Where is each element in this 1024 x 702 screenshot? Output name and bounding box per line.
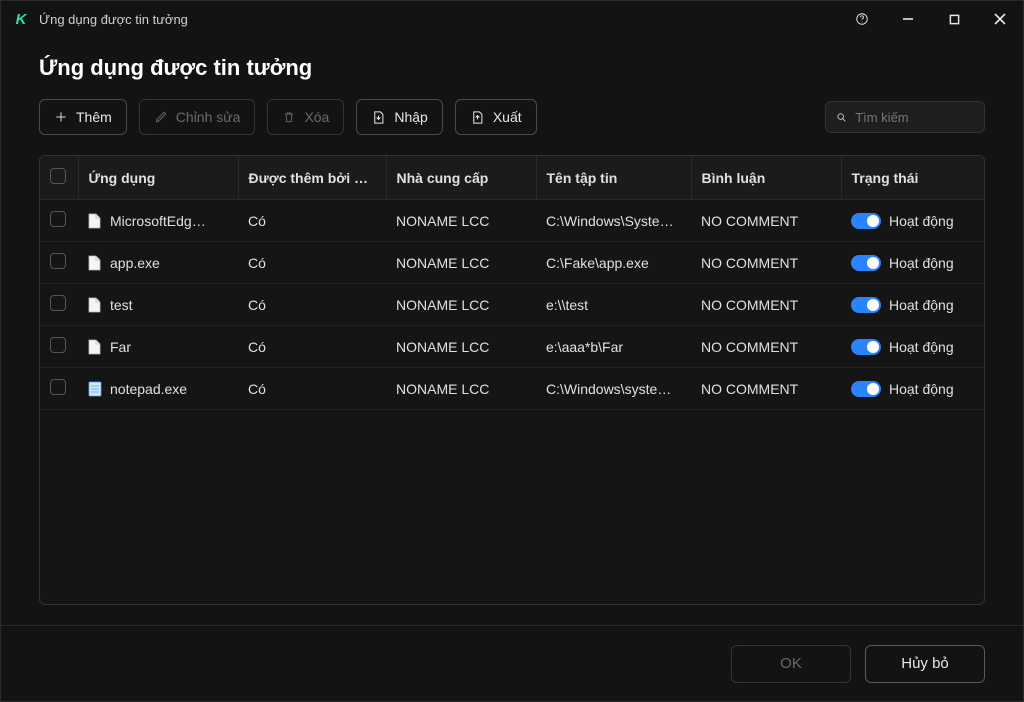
delete-button: Xóa	[267, 99, 344, 135]
help-button[interactable]	[839, 1, 885, 37]
export-button-label: Xuất	[493, 109, 522, 125]
file-icon	[88, 255, 102, 271]
export-button[interactable]: Xuất	[455, 99, 537, 135]
row-vendor: NONAME LCC	[386, 200, 536, 242]
close-button[interactable]	[977, 1, 1023, 37]
row-file: e:\aaa*b\Far	[536, 326, 691, 368]
row-comment: NO COMMENT	[691, 242, 841, 284]
row-vendor: NONAME LCC	[386, 326, 536, 368]
status-toggle[interactable]	[851, 297, 881, 313]
status-toggle[interactable]	[851, 255, 881, 271]
file-icon	[88, 213, 102, 229]
header-vendor[interactable]: Nhà cung cấp	[386, 156, 536, 200]
row-checkbox[interactable]	[50, 295, 66, 311]
add-button[interactable]: Thêm	[39, 99, 127, 135]
minimize-button[interactable]	[885, 1, 931, 37]
status-toggle[interactable]	[851, 213, 881, 229]
table-row[interactable]: Far CóNONAME LCCe:\aaa*b\FarNO COMMENT Hoạ…	[40, 326, 985, 368]
edit-button: Chỉnh sửa	[139, 99, 256, 135]
row-checkbox[interactable]	[50, 379, 66, 395]
search-input[interactable]	[855, 110, 974, 125]
header-file[interactable]: Tên tập tin	[536, 156, 691, 200]
header-app[interactable]: Ứng dụng	[78, 156, 238, 200]
row-app-name: test	[110, 297, 133, 313]
row-file: C:\Windows\system…	[536, 368, 691, 410]
row-comment: NO COMMENT	[691, 200, 841, 242]
row-checkbox[interactable]	[50, 337, 66, 353]
ok-button: OK	[731, 645, 851, 683]
table-row[interactable]: test CóNONAME LCCe:\\testNO COMMENT Hoạt đ…	[40, 284, 985, 326]
row-vendor: NONAME LCC	[386, 284, 536, 326]
row-file: e:\\test	[536, 284, 691, 326]
file-icon	[88, 381, 102, 397]
row-status-label: Hoạt động	[889, 255, 954, 271]
app-window: K Ứng dụng được tin tưởng Ứng dụng được …	[0, 0, 1024, 702]
minimize-icon	[902, 13, 914, 25]
row-status-label: Hoạt động	[889, 213, 954, 229]
ok-button-label: OK	[780, 655, 802, 672]
row-status-label: Hoạt động	[889, 339, 954, 355]
row-file: C:\Fake\app.exe	[536, 242, 691, 284]
add-button-label: Thêm	[76, 109, 112, 125]
apps-table: Ứng dụng Được thêm bởi ng… Nhà cung cấp …	[39, 155, 985, 605]
footer: OK Hủy bỏ	[1, 625, 1023, 701]
row-vendor: NONAME LCC	[386, 242, 536, 284]
import-button-label: Nhập	[394, 109, 427, 125]
maximize-button[interactable]	[931, 1, 977, 37]
cancel-button[interactable]: Hủy bỏ	[865, 645, 985, 683]
table-row[interactable]: app.exe CóNONAME LCCC:\Fake\app.exeNO COM…	[40, 242, 985, 284]
row-app-name: MicrosoftEdg…	[110, 213, 206, 229]
page-title: Ứng dụng được tin tưởng	[39, 55, 985, 81]
table-row[interactable]: MicrosoftEdg… CóNONAME LCCC:\Windows\Syst…	[40, 200, 985, 242]
header-status[interactable]: Trạng thái	[841, 156, 985, 200]
row-checkbox[interactable]	[50, 253, 66, 269]
header-added[interactable]: Được thêm bởi ng…	[238, 156, 386, 200]
edit-button-label: Chỉnh sửa	[176, 109, 241, 125]
file-icon	[88, 339, 102, 355]
row-vendor: NONAME LCC	[386, 368, 536, 410]
row-added: Có	[238, 368, 386, 410]
app-logo-icon: K	[13, 11, 29, 27]
row-comment: NO COMMENT	[691, 326, 841, 368]
status-toggle[interactable]	[851, 339, 881, 355]
row-comment: NO COMMENT	[691, 284, 841, 326]
content-area: Ứng dụng được tin tưởng Thêm Chỉnh sửa X…	[1, 37, 1023, 625]
search-box[interactable]	[825, 101, 985, 133]
pencil-icon	[154, 110, 168, 124]
close-icon	[994, 13, 1006, 25]
import-button[interactable]: Nhập	[356, 99, 442, 135]
row-checkbox[interactable]	[50, 211, 66, 227]
toolbar: Thêm Chỉnh sửa Xóa Nhập Xuất	[39, 99, 985, 135]
search-icon	[836, 111, 847, 124]
row-added: Có	[238, 284, 386, 326]
row-app-name: notepad.exe	[110, 381, 187, 397]
help-icon	[855, 12, 869, 26]
row-added: Có	[238, 200, 386, 242]
row-status-label: Hoạt động	[889, 381, 954, 397]
header-comment[interactable]: Bình luận	[691, 156, 841, 200]
maximize-icon	[949, 14, 960, 25]
table-header-row: Ứng dụng Được thêm bởi ng… Nhà cung cấp …	[40, 156, 985, 200]
table-row[interactable]: notepad.exe CóNONAME LCCC:\Windows\system…	[40, 368, 985, 410]
row-file: C:\Windows\System…	[536, 200, 691, 242]
delete-button-label: Xóa	[304, 109, 329, 125]
row-app-name: Far	[110, 339, 131, 355]
header-checkbox-cell[interactable]	[40, 156, 78, 200]
plus-icon	[54, 110, 68, 124]
status-toggle[interactable]	[851, 381, 881, 397]
titlebar: K Ứng dụng được tin tưởng	[1, 1, 1023, 37]
row-added: Có	[238, 326, 386, 368]
import-icon	[371, 110, 386, 125]
window-title: Ứng dụng được tin tưởng	[39, 12, 188, 27]
row-status-label: Hoạt động	[889, 297, 954, 313]
export-icon	[470, 110, 485, 125]
trash-icon	[282, 110, 296, 124]
row-comment: NO COMMENT	[691, 368, 841, 410]
cancel-button-label: Hủy bỏ	[901, 655, 949, 672]
file-icon	[88, 297, 102, 313]
row-added: Có	[238, 242, 386, 284]
select-all-checkbox[interactable]	[50, 168, 66, 184]
row-app-name: app.exe	[110, 255, 160, 271]
